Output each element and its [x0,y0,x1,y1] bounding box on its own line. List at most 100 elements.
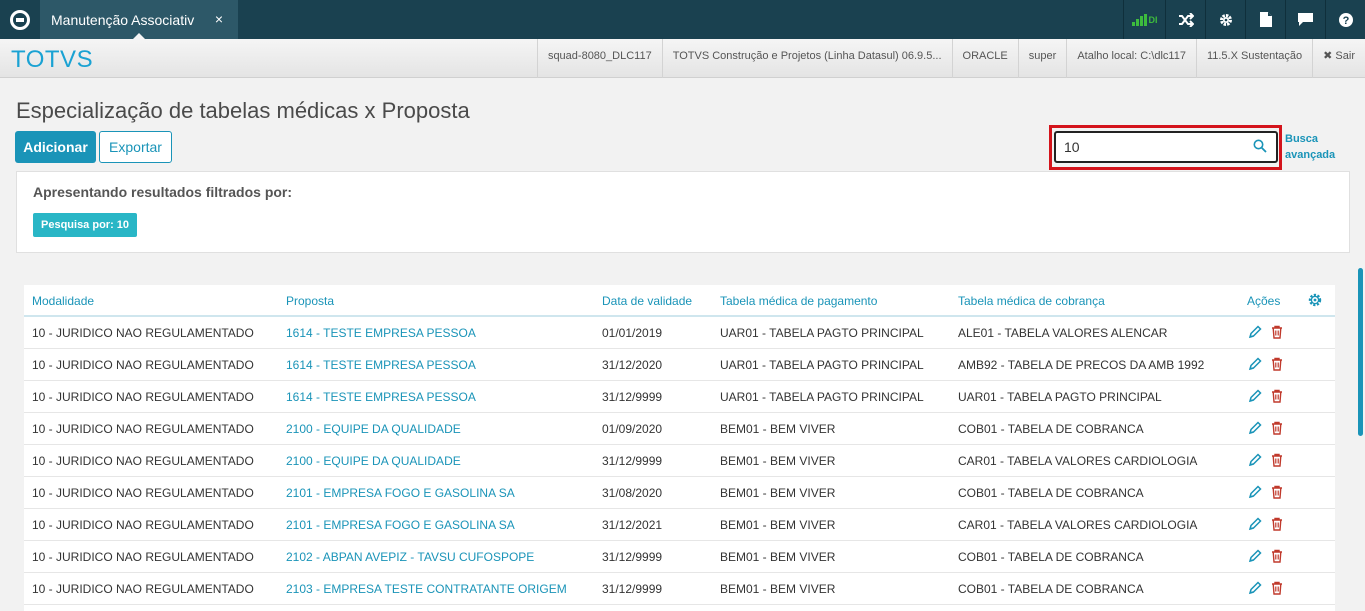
column-settings-gear-icon[interactable] [1308,293,1322,307]
delete-icon[interactable] [1270,549,1284,563]
add-button[interactable]: Adicionar [15,131,96,163]
delete-icon[interactable] [1270,421,1284,435]
delete-icon[interactable] [1270,485,1284,499]
advanced-search-link[interactable]: Busca avançada [1285,131,1345,163]
signal-label: DI [1148,14,1158,25]
cell-proposta-link[interactable]: 1614 - TESTE EMPRESA PESSOA [286,326,476,340]
cell-validade: 31/08/2020 [602,486,663,500]
delete-icon[interactable] [1270,357,1284,371]
table-row: 10 - JURIDICO NAO REGULAMENTADO 2100 - E… [24,445,1335,477]
edit-icon[interactable] [1248,421,1262,435]
database-info: ORACLE [951,39,1018,78]
cell-modalidade: 10 - JURIDICO NAO REGULAMENTADO [32,550,254,564]
cell-pagamento: BEM01 - BEM VIVER [720,518,836,532]
edit-icon[interactable] [1248,581,1262,595]
cell-proposta-link[interactable]: 1614 - TESTE EMPRESA PESSOA [286,358,476,372]
edit-icon[interactable] [1248,549,1262,563]
cell-validade: 31/12/2021 [602,518,663,532]
search-icon[interactable] [1253,139,1267,153]
column-proposta[interactable]: Proposta [286,294,334,308]
help-icon[interactable]: ? [1325,0,1365,39]
search-input[interactable] [1054,131,1278,163]
top-bar: Manutenção Associativ × DI ? [0,0,1365,40]
edit-icon[interactable] [1248,485,1262,499]
cell-modalidade: 10 - JURIDICO NAO REGULAMENTADO [32,486,254,500]
cell-proposta-link[interactable]: 2101 - EMPRESA FOGO E GASOLINA SA [286,486,515,500]
cell-pagamento: BEM01 - BEM VIVER [720,454,836,468]
page-title: Especialização de tabelas médicas x Prop… [16,98,470,123]
cell-proposta-link[interactable]: 2103 - EMPRESA TESTE CONTRATANTE ORIGEM [286,582,567,596]
column-acoes: Ações [1247,294,1281,308]
table-row: 10 - JURIDICO NAO REGULAMENTADO 1614 - T… [24,349,1335,381]
results-table: Modalidade Proposta Data de validade Tab… [24,285,1335,611]
cell-pagamento: BEM01 - BEM VIVER [720,582,836,596]
delete-icon[interactable] [1270,581,1284,595]
gear-icon[interactable] [1205,0,1245,39]
table-row: 10 - JURIDICO NAO REGULAMENTADO 1614 - T… [24,381,1335,413]
column-pagamento[interactable]: Tabela médica de pagamento [720,294,877,308]
edit-icon[interactable] [1248,389,1262,403]
cell-cobranca: CAR01 - TABELA VALORES CARDIOLOGIA [958,518,1198,532]
cell-cobranca: AMB92 - TABELA DE PRECOS DA AMB 1992 [958,358,1205,372]
tab-manutencao[interactable]: Manutenção Associativ × [40,0,238,40]
svg-text:?: ? [1342,15,1349,27]
tab-label: Manutenção Associativ [51,11,195,28]
top-icons: DI ? [1123,0,1365,39]
tab-close-icon[interactable]: × [215,11,223,27]
cell-validade: 31/12/2020 [602,358,663,372]
table-header: Modalidade Proposta Data de validade Tab… [24,285,1335,317]
scrollbar[interactable] [1358,268,1363,436]
column-cobranca[interactable]: Tabela médica de cobrança [958,294,1105,308]
table-row: 10 - JURIDICO NAO REGULAMENTADO 2101 - E… [24,477,1335,509]
cell-pagamento: UAR01 - TABELA PAGTO PRINCIPAL [720,358,924,372]
cell-proposta-link[interactable]: 1614 - TESTE EMPRESA PESSOA [286,390,476,404]
cell-cobranca: COB01 - TABELA DE COBRANCA [958,422,1144,436]
filter-title: Apresentando resultados filtrados por: [33,184,293,200]
delete-icon[interactable] [1270,453,1284,467]
cell-cobranca: COB01 - TABELA DE COBRANCA [958,582,1144,596]
filter-panel: Apresentando resultados filtrados por: P… [16,171,1350,253]
export-button[interactable]: Exportar [99,131,172,163]
brand-logo: TOTVS [11,46,94,73]
cell-cobranca: ALE01 - TABELA VALORES ALENCAR [958,326,1168,340]
edit-icon[interactable] [1248,517,1262,531]
cell-pagamento: BEM01 - BEM VIVER [720,550,836,564]
shuffle-icon[interactable] [1165,0,1205,39]
cell-proposta-link[interactable]: 2100 - EQUIPE DA QUALIDADE [286,454,461,468]
table-row: 10 - JURIDICO NAO REGULAMENTADO 1614 - T… [24,317,1335,349]
table-row: 10 - JURIDICO NAO REGULAMENTADO 2103 - E… [24,573,1335,605]
cell-cobranca: COB01 - TABELA DE COBRANCA [958,550,1144,564]
session-info: squad-8080_DLC117 TOTVS Construção e Pro… [536,39,1365,78]
cell-modalidade: 10 - JURIDICO NAO REGULAMENTADO [32,518,254,532]
logo-icon[interactable] [0,0,39,39]
column-modalidade[interactable]: Modalidade [32,294,94,308]
column-validade[interactable]: Data de validade [602,294,692,308]
cell-cobranca: CAR01 - TABELA VALORES CARDIOLOGIA [958,454,1198,468]
version-info: 11.5.X Sustentação [1195,39,1312,78]
exit-button[interactable]: ✖ Sair [1312,39,1365,78]
table-row: 10 - JURIDICO NAO REGULAMENTADO 2101 - E… [24,509,1335,541]
edit-icon[interactable] [1248,325,1262,339]
document-icon[interactable] [1245,0,1285,39]
product-info: TOTVS Construção e Projetos (Linha Datas… [661,39,952,78]
edit-icon[interactable] [1248,357,1262,371]
delete-icon[interactable] [1270,517,1284,531]
cell-validade: 31/12/9999 [602,550,663,564]
cell-proposta-link[interactable]: 2102 - ABPAN AVEPIZ - TAVSU CUFOSPOPE [286,550,534,564]
chat-icon[interactable] [1285,0,1325,39]
cell-validade: 31/12/9999 [602,582,663,596]
delete-icon[interactable] [1270,325,1284,339]
signal-icon[interactable]: DI [1123,0,1165,39]
cell-modalidade: 10 - JURIDICO NAO REGULAMENTADO [32,454,254,468]
cell-validade: 31/12/9999 [602,454,663,468]
cell-proposta-link[interactable]: 2101 - EMPRESA FOGO E GASOLINA SA [286,518,515,532]
edit-icon[interactable] [1248,453,1262,467]
cell-modalidade: 10 - JURIDICO NAO REGULAMENTADO [32,582,254,596]
cell-proposta-link[interactable]: 2100 - EQUIPE DA QUALIDADE [286,422,461,436]
shortcut-info: Atalho local: C:\dlc117 [1066,39,1196,78]
cell-modalidade: 10 - JURIDICO NAO REGULAMENTADO [32,326,254,340]
filter-chip[interactable]: Pesquisa por: 10 [33,213,138,237]
delete-icon[interactable] [1270,389,1284,403]
cell-pagamento: UAR01 - TABELA PAGTO PRINCIPAL [720,390,924,404]
app-header: TOTVS squad-8080_DLC117 TOTVS Construção… [0,39,1365,78]
